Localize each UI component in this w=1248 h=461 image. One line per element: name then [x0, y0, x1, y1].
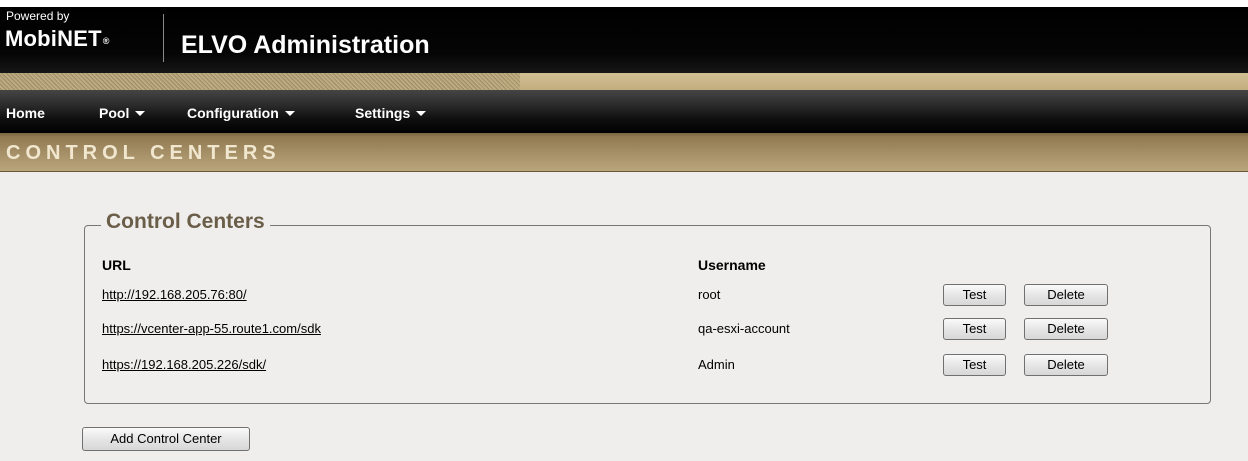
nav-pool-label: Pool: [99, 105, 130, 121]
page-title: CONTROL CENTERS: [6, 142, 281, 164]
delete-button[interactable]: Delete: [1024, 318, 1108, 340]
control-center-url-link[interactable]: http://192.168.205.76:80/: [102, 287, 247, 302]
decorative-band-solid: [520, 73, 1248, 90]
control-centers-legend: Control Centers: [101, 208, 270, 236]
nav-settings-label: Settings: [355, 105, 411, 121]
nav-settings[interactable]: Settings: [355, 105, 427, 121]
test-button[interactable]: Test: [943, 354, 1006, 376]
chevron-down-icon: [284, 110, 295, 116]
control-center-username: Admin: [698, 357, 735, 372]
test-button[interactable]: Test: [943, 284, 1006, 306]
registered-mark: ®: [102, 36, 110, 46]
chevron-down-icon: [135, 110, 146, 116]
control-center-username: root: [698, 287, 721, 302]
nav-configuration[interactable]: Configuration: [187, 105, 295, 121]
control-centers-fieldset: [84, 225, 1211, 404]
delete-button[interactable]: Delete: [1024, 284, 1108, 306]
column-header-username: Username: [698, 257, 766, 273]
chevron-down-icon: [416, 110, 427, 116]
column-header-url: URL: [102, 257, 131, 273]
control-center-url-link[interactable]: https://192.168.205.226/sdk/: [102, 357, 266, 372]
nav-home[interactable]: Home: [6, 105, 45, 121]
header-divider: [163, 14, 164, 62]
page: Powered by MobiNET® ELVO Administration …: [0, 0, 1248, 461]
nav-pool[interactable]: Pool: [99, 105, 146, 121]
add-control-center-button[interactable]: Add Control Center: [82, 427, 250, 451]
test-button[interactable]: Test: [943, 318, 1006, 340]
brand-name: MobiNET: [5, 26, 102, 51]
control-center-url-link[interactable]: https://vcenter-app-55.route1.com/sdk: [102, 321, 321, 336]
nav-configuration-label: Configuration: [187, 105, 279, 121]
control-center-username: qa-esxi-account: [698, 321, 790, 336]
top-strip: [0, 0, 1248, 7]
brand-logo: MobiNET®: [5, 26, 110, 52]
delete-button[interactable]: Delete: [1024, 354, 1108, 376]
nav-home-label: Home: [6, 105, 45, 121]
app-title: ELVO Administration: [181, 31, 430, 59]
powered-by-label: Powered by: [6, 9, 70, 23]
